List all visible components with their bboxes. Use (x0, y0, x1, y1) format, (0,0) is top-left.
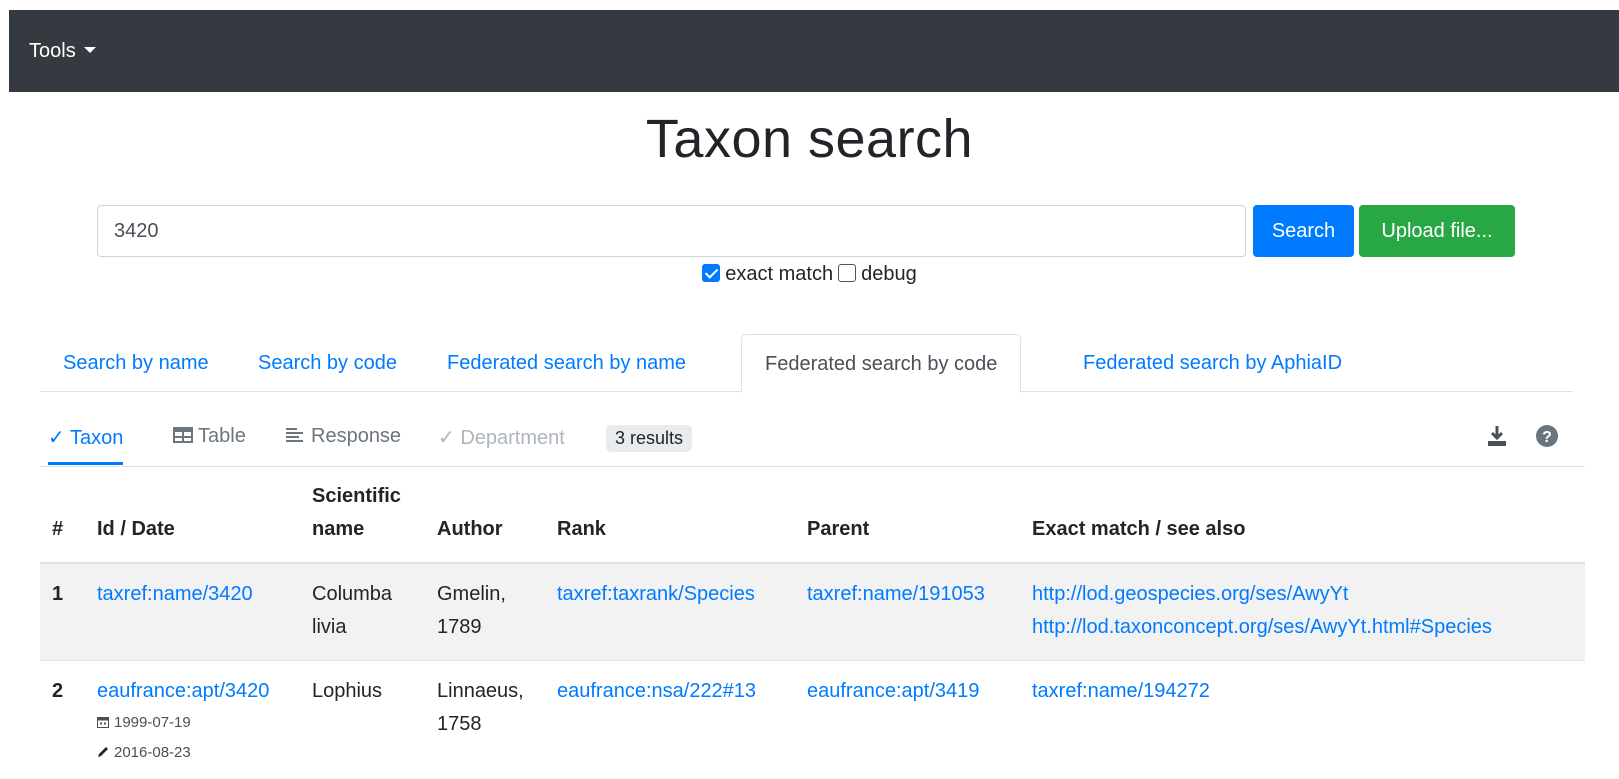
row-parent-link[interactable]: eaufrance:apt/3419 (807, 680, 979, 702)
row-scientific-name: Columba livia (300, 562, 425, 661)
search-tabs: Search by name Search by code Federated … (40, 334, 1573, 393)
exact-match-label: exact match (725, 263, 834, 285)
view-table-label: Table (198, 425, 246, 447)
row-rank-cell: taxref:taxrank/Species (545, 562, 795, 661)
header-parent: Parent (795, 468, 1020, 564)
view-taxon[interactable]: ✓ Taxon (48, 425, 124, 465)
row-num: 1 (40, 562, 85, 661)
tab-federated-search-by-code[interactable]: Federated search by code (741, 334, 1022, 393)
row-matches-cell: taxref:name/194272 (1020, 660, 1585, 779)
exact-match-checkbox[interactable] (702, 264, 721, 282)
tab-search-by-code[interactable]: Search by code (235, 334, 420, 392)
row-scientific-name: Lophius (300, 660, 425, 779)
caret-down-icon (83, 46, 96, 53)
row-author: Linnaeus, 1758 (425, 660, 545, 779)
row-id-cell: eaufrance:apt/3420 1999-07-19 2016-08-23 (85, 660, 300, 779)
row-id-link[interactable]: taxref:name/3420 (97, 583, 253, 605)
row-matches-cell: http://lod.geospecies.org/ses/AwyYt http… (1020, 562, 1585, 661)
view-response-label: Response (311, 425, 402, 447)
row-rank-link[interactable]: eaufrance:nsa/222#13 (557, 680, 756, 702)
view-response[interactable]: Response (285, 425, 401, 448)
row-author: Gmelin, 1789 (425, 562, 545, 661)
debug-checkbox[interactable] (838, 264, 857, 282)
download-icon[interactable] (1484, 423, 1510, 449)
search-button[interactable]: Search (1253, 205, 1354, 257)
tab-federated-search-by-aphiaid[interactable]: Federated search by AphiaID (1060, 334, 1365, 392)
row-rank-cell: eaufrance:nsa/222#13 (545, 660, 795, 779)
text-lines-icon (286, 428, 303, 442)
table-row: 2 eaufrance:apt/3420 1999-07-19 2016-08-… (40, 660, 1585, 779)
header-scientific-name: Scientific name (300, 468, 425, 564)
row-id-cell: taxref:name/3420 (85, 562, 300, 661)
row-num: 2 (40, 660, 85, 779)
tab-federated-search-by-name[interactable]: Federated search by name (424, 334, 709, 392)
header-exact-match: Exact match / see also (1020, 468, 1585, 564)
view-department: ✓ Department (438, 427, 565, 449)
search-input[interactable] (97, 205, 1246, 257)
pencil-icon (98, 747, 108, 757)
table-icon (173, 427, 193, 443)
row-match-link[interactable]: http://lod.taxonconcept.org/ses/AwyYt.ht… (1032, 611, 1573, 644)
header-rank: Rank (545, 468, 795, 564)
row-match-link[interactable]: http://lod.geospecies.org/ses/AwyYt (1032, 578, 1573, 611)
table-header-row: # Id / Date Scientific name Author Rank … (40, 468, 1585, 564)
top-navbar: Tools (9, 10, 1619, 92)
tab-search-by-name[interactable]: Search by name (40, 334, 232, 392)
view-table[interactable]: Table (173, 425, 246, 448)
row-rank-link[interactable]: taxref:taxrank/Species (557, 583, 755, 605)
upload-file-button[interactable]: Upload file... (1359, 205, 1515, 257)
result-view-nav: ✓ Taxon Table Response ✓ Department 3 re… (40, 417, 1585, 467)
row-id-link[interactable]: eaufrance:apt/3420 (97, 680, 269, 702)
header-author: Author (425, 468, 545, 564)
page-title: Taxon search (645, 109, 974, 169)
table-row: 1 taxref:name/3420 Columba livia Gmelin,… (40, 562, 1585, 661)
svg-text:?: ? (1542, 429, 1552, 446)
row-parent-cell: eaufrance:apt/3419 (795, 660, 1020, 779)
help-icon[interactable]: ? (1534, 423, 1560, 449)
tools-menu-label: Tools (29, 40, 76, 62)
debug-label: debug (861, 263, 917, 285)
results-count-badge: 3 results (606, 425, 693, 452)
row-parent-cell: taxref:name/191053 (795, 562, 1020, 661)
row-match-link[interactable]: taxref:name/194272 (1032, 675, 1573, 708)
tools-menu[interactable]: Tools (29, 40, 96, 63)
row-modified-date: 2016-08-23 (97, 738, 288, 768)
results-table: # Id / Date Scientific name Author Rank … (40, 468, 1585, 779)
calendar-icon (97, 717, 109, 728)
header-num: # (40, 468, 85, 564)
row-created-date: 1999-07-19 (97, 708, 288, 738)
header-id-date: Id / Date (85, 468, 300, 564)
search-options: exact match debug (0, 263, 1619, 286)
row-parent-link[interactable]: taxref:name/191053 (807, 583, 985, 605)
row-modified-label: 2016-08-23 (114, 744, 191, 761)
row-created-label: 1999-07-19 (114, 714, 191, 731)
